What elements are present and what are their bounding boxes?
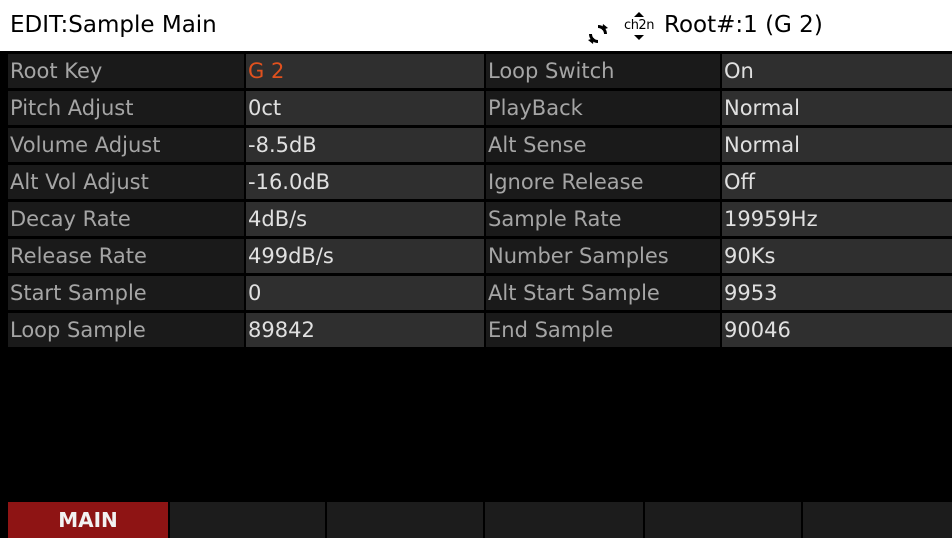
param-value-playback[interactable]: Normal (722, 91, 952, 125)
param-label-release-rate: Release Rate (8, 239, 244, 273)
root-number-label: Root#:1 (G 2) (664, 12, 823, 38)
status-group: ch2n Root#:1 (G 2) (586, 0, 823, 51)
softkey-3[interactable] (327, 502, 483, 538)
param-label-volume-adjust: Volume Adjust (8, 128, 244, 162)
param-label-pitch-adjust: Pitch Adjust (8, 91, 244, 125)
param-value-alt-vol-adjust[interactable]: -16.0dB (246, 165, 484, 199)
softkey-main[interactable]: MAIN (8, 502, 168, 538)
param-label-alt-start-sample: Alt Start Sample (486, 276, 720, 310)
param-row: Loop Sample 89842 End Sample 90046 (0, 313, 952, 347)
param-row: Release Rate 499dB/s Number Samples 90Ks (0, 239, 952, 273)
param-label-alt-sense: Alt Sense (486, 128, 720, 162)
param-value-number-samples[interactable]: 90Ks (722, 239, 952, 273)
param-label-start-sample: Start Sample (8, 276, 244, 310)
param-value-release-rate[interactable]: 499dB/s (246, 239, 484, 273)
sample-main-screen: EDIT:Sample Main ch2n Root#:1 (G 2) Root… (0, 0, 952, 538)
param-label-alt-vol-adjust: Alt Vol Adjust (8, 165, 244, 199)
param-label-ignore-release: Ignore Release (486, 165, 720, 199)
param-row: Alt Vol Adjust -16.0dB Ignore Release Of… (0, 165, 952, 199)
softkey-5[interactable] (645, 502, 801, 538)
channel-icon-text: ch2n (624, 17, 654, 33)
param-label-root-key: Root Key (8, 54, 244, 88)
param-label-sample-rate: Sample Rate (486, 202, 720, 236)
param-value-alt-sense[interactable]: Normal (722, 128, 952, 162)
title-bar: EDIT:Sample Main ch2n Root#:1 (G 2) (0, 0, 952, 51)
param-value-start-sample[interactable]: 0 (246, 276, 484, 310)
param-value-ignore-release[interactable]: Off (722, 165, 952, 199)
softkey-2[interactable] (170, 502, 325, 538)
param-row: Decay Rate 4dB/s Sample Rate 19959Hz (0, 202, 952, 236)
param-row: Root Key G 2 Loop Switch On (0, 54, 952, 88)
param-label-playback: PlayBack (486, 91, 720, 125)
param-row: Start Sample 0 Alt Start Sample 9953 (0, 276, 952, 310)
param-value-volume-adjust[interactable]: -8.5dB (246, 128, 484, 162)
param-value-end-sample[interactable]: 90046 (722, 313, 952, 347)
param-value-root-key[interactable]: G 2 (246, 54, 484, 88)
param-label-loop-sample: Loop Sample (8, 313, 244, 347)
param-value-sample-rate[interactable]: 19959Hz (722, 202, 952, 236)
param-label-end-sample: End Sample (486, 313, 720, 347)
param-row: Volume Adjust -8.5dB Alt Sense Normal (0, 128, 952, 162)
param-value-pitch-adjust[interactable]: 0ct (246, 91, 484, 125)
sync-icon (586, 14, 610, 44)
page-title: EDIT:Sample Main (10, 12, 217, 38)
param-value-loop-sample[interactable]: 89842 (246, 313, 484, 347)
param-label-decay-rate: Decay Rate (8, 202, 244, 236)
param-row: Pitch Adjust 0ct PlayBack Normal (0, 91, 952, 125)
softkey-6[interactable] (803, 502, 952, 538)
param-value-decay-rate[interactable]: 4dB/s (246, 202, 484, 236)
param-value-loop-switch[interactable]: On (722, 54, 952, 88)
channel-updown-icon: ch2n (622, 11, 656, 41)
param-value-alt-start-sample[interactable]: 9953 (722, 276, 952, 310)
softkey-4[interactable] (485, 502, 643, 538)
param-label-number-samples: Number Samples (486, 239, 720, 273)
soft-button-bar: MAIN (0, 502, 952, 538)
param-label-loop-switch: Loop Switch (486, 54, 720, 88)
